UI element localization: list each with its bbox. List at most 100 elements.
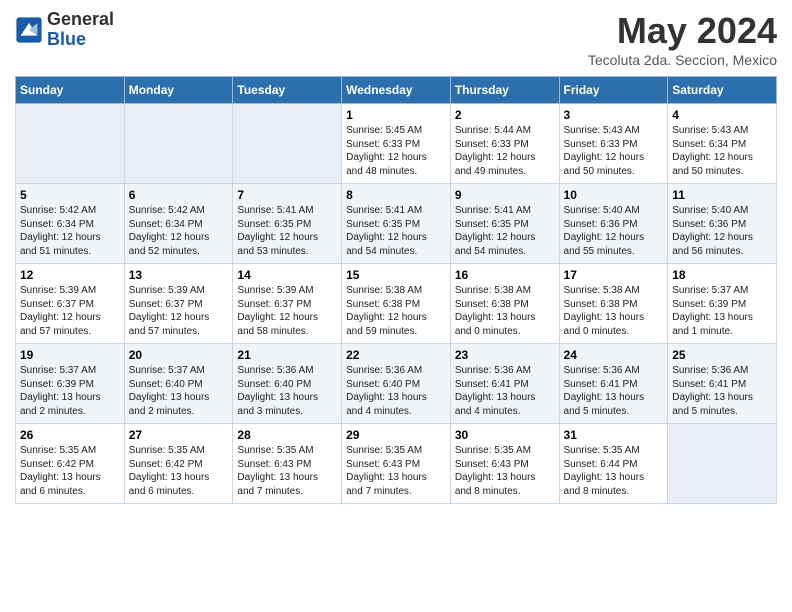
day-number: 24 (564, 348, 664, 362)
day-number: 6 (129, 188, 229, 202)
day-number: 13 (129, 268, 229, 282)
cell-content: Sunrise: 5:38 AM Sunset: 6:38 PM Dayligh… (455, 284, 555, 338)
calendar-cell: 20 Sunrise: 5:37 AM Sunset: 6:40 PM Dayli… (124, 344, 233, 424)
cell-content: Sunrise: 5:44 AM Sunset: 6:33 PM Dayligh… (455, 124, 555, 178)
calendar-cell: 1 Sunrise: 5:45 AM Sunset: 6:33 PM Daylig… (342, 104, 451, 184)
calendar-cell: 9 Sunrise: 5:41 AM Sunset: 6:35 PM Daylig… (450, 184, 559, 264)
weekday-header: Wednesday (342, 77, 451, 104)
calendar-cell: 18Sunrise: 5:37 AM Sunset: 6:39 PM Dayli… (668, 264, 777, 344)
day-number: 2 (455, 108, 555, 122)
page-header: General Blue May 2024 Tecoluta 2da. Secc… (15, 10, 777, 68)
calendar-cell: 7 Sunrise: 5:41 AM Sunset: 6:35 PM Daylig… (233, 184, 342, 264)
cell-content: Sunrise: 5:36 AM Sunset: 6:40 PM Dayligh… (237, 364, 337, 418)
day-number: 9 (455, 188, 555, 202)
calendar-cell: 4Sunrise: 5:43 AM Sunset: 6:34 PM Daylig… (668, 104, 777, 184)
day-number: 1 (346, 108, 446, 122)
weekday-header: Monday (124, 77, 233, 104)
day-number: 3 (564, 108, 664, 122)
day-number: 25 (672, 348, 772, 362)
day-number: 10 (564, 188, 664, 202)
calendar-cell (668, 424, 777, 504)
calendar-cell: 11 Sunrise: 5:40 AM Sunset: 6:36 PM Dayli… (668, 184, 777, 264)
day-number: 11 (672, 188, 772, 202)
weekday-header: Sunday (16, 77, 125, 104)
day-number: 8 (346, 188, 446, 202)
cell-content: Sunrise: 5:40 AM Sunset: 6:36 PM Dayligh… (564, 204, 664, 258)
calendar-cell: 31Sunrise: 5:35 AM Sunset: 6:44 PM Dayli… (559, 424, 668, 504)
day-number: 5 (20, 188, 120, 202)
cell-content: Sunrise: 5:38 AM Sunset: 6:38 PM Dayligh… (346, 284, 446, 338)
cell-content: Sunrise: 5:39 AM Sunset: 6:37 PM Dayligh… (237, 284, 337, 338)
calendar-week-row: 12 Sunrise: 5:39 AM Sunset: 6:37 PM Dayli… (16, 264, 777, 344)
calendar-cell: 21 Sunrise: 5:36 AM Sunset: 6:40 PM Dayli… (233, 344, 342, 424)
calendar-table: SundayMondayTuesdayWednesdayThursdayFrid… (15, 76, 777, 504)
cell-content: Sunrise: 5:35 AM Sunset: 6:42 PM Dayligh… (129, 444, 229, 498)
weekday-header: Thursday (450, 77, 559, 104)
day-number: 21 (237, 348, 337, 362)
calendar-body: 1 Sunrise: 5:45 AM Sunset: 6:33 PM Daylig… (16, 104, 777, 504)
day-number: 12 (20, 268, 120, 282)
cell-content: Sunrise: 5:42 AM Sunset: 6:34 PM Dayligh… (129, 204, 229, 258)
calendar-week-row: 19 Sunrise: 5:37 AM Sunset: 6:39 PM Dayli… (16, 344, 777, 424)
cell-content: Sunrise: 5:43 AM Sunset: 6:34 PM Dayligh… (672, 124, 772, 178)
day-number: 7 (237, 188, 337, 202)
calendar-cell: 30Sunrise: 5:35 AM Sunset: 6:43 PM Dayli… (450, 424, 559, 504)
calendar-cell: 29 Sunrise: 5:35 AM Sunset: 6:43 PM Dayli… (342, 424, 451, 504)
day-number: 18 (672, 268, 772, 282)
calendar-cell (16, 104, 125, 184)
cell-content: Sunrise: 5:45 AM Sunset: 6:33 PM Dayligh… (346, 124, 446, 178)
logo-general: General (47, 10, 114, 30)
cell-content: Sunrise: 5:36 AM Sunset: 6:41 PM Dayligh… (564, 364, 664, 418)
logo-text: General Blue (47, 10, 114, 50)
cell-content: Sunrise: 5:42 AM Sunset: 6:34 PM Dayligh… (20, 204, 120, 258)
calendar-cell: 27 Sunrise: 5:35 AM Sunset: 6:42 PM Dayli… (124, 424, 233, 504)
day-number: 28 (237, 428, 337, 442)
cell-content: Sunrise: 5:37 AM Sunset: 6:40 PM Dayligh… (129, 364, 229, 418)
cell-content: Sunrise: 5:35 AM Sunset: 6:43 PM Dayligh… (455, 444, 555, 498)
calendar-cell: 6 Sunrise: 5:42 AM Sunset: 6:34 PM Daylig… (124, 184, 233, 264)
day-number: 26 (20, 428, 120, 442)
calendar-week-row: 5 Sunrise: 5:42 AM Sunset: 6:34 PM Daylig… (16, 184, 777, 264)
calendar-cell: 3 Sunrise: 5:43 AM Sunset: 6:33 PM Daylig… (559, 104, 668, 184)
calendar-cell (233, 104, 342, 184)
cell-content: Sunrise: 5:41 AM Sunset: 6:35 PM Dayligh… (237, 204, 337, 258)
day-number: 22 (346, 348, 446, 362)
calendar-cell: 25 Sunrise: 5:36 AM Sunset: 6:41 PM Dayli… (668, 344, 777, 424)
calendar-cell: 22 Sunrise: 5:36 AM Sunset: 6:40 PM Dayli… (342, 344, 451, 424)
cell-content: Sunrise: 5:40 AM Sunset: 6:36 PM Dayligh… (672, 204, 772, 258)
cell-content: Sunrise: 5:36 AM Sunset: 6:40 PM Dayligh… (346, 364, 446, 418)
cell-content: Sunrise: 5:35 AM Sunset: 6:43 PM Dayligh… (237, 444, 337, 498)
calendar-cell: 19 Sunrise: 5:37 AM Sunset: 6:39 PM Dayli… (16, 344, 125, 424)
day-number: 20 (129, 348, 229, 362)
logo-blue: Blue (47, 30, 114, 50)
calendar-cell: 13 Sunrise: 5:39 AM Sunset: 6:37 PM Dayli… (124, 264, 233, 344)
day-number: 14 (237, 268, 337, 282)
location-subtitle: Tecoluta 2da. Seccion, Mexico (588, 52, 777, 68)
weekday-header: Saturday (668, 77, 777, 104)
day-number: 27 (129, 428, 229, 442)
cell-content: Sunrise: 5:35 AM Sunset: 6:42 PM Dayligh… (20, 444, 120, 498)
calendar-cell: 2 Sunrise: 5:44 AM Sunset: 6:33 PM Daylig… (450, 104, 559, 184)
cell-content: Sunrise: 5:37 AM Sunset: 6:39 PM Dayligh… (20, 364, 120, 418)
day-number: 16 (455, 268, 555, 282)
cell-content: Sunrise: 5:36 AM Sunset: 6:41 PM Dayligh… (672, 364, 772, 418)
cell-content: Sunrise: 5:39 AM Sunset: 6:37 PM Dayligh… (129, 284, 229, 338)
weekday-row: SundayMondayTuesdayWednesdayThursdayFrid… (16, 77, 777, 104)
cell-content: Sunrise: 5:35 AM Sunset: 6:44 PM Dayligh… (564, 444, 664, 498)
month-title: May 2024 (588, 10, 777, 52)
cell-content: Sunrise: 5:41 AM Sunset: 6:35 PM Dayligh… (346, 204, 446, 258)
weekday-header: Friday (559, 77, 668, 104)
cell-content: Sunrise: 5:38 AM Sunset: 6:38 PM Dayligh… (564, 284, 664, 338)
day-number: 17 (564, 268, 664, 282)
calendar-cell: 10 Sunrise: 5:40 AM Sunset: 6:36 PM Dayli… (559, 184, 668, 264)
cell-content: Sunrise: 5:43 AM Sunset: 6:33 PM Dayligh… (564, 124, 664, 178)
calendar-cell (124, 104, 233, 184)
cell-content: Sunrise: 5:41 AM Sunset: 6:35 PM Dayligh… (455, 204, 555, 258)
day-number: 23 (455, 348, 555, 362)
day-number: 29 (346, 428, 446, 442)
calendar-cell: 15 Sunrise: 5:38 AM Sunset: 6:38 PM Dayli… (342, 264, 451, 344)
day-number: 15 (346, 268, 446, 282)
day-number: 19 (20, 348, 120, 362)
cell-content: Sunrise: 5:35 AM Sunset: 6:43 PM Dayligh… (346, 444, 446, 498)
calendar-cell: 24 Sunrise: 5:36 AM Sunset: 6:41 PM Dayli… (559, 344, 668, 424)
